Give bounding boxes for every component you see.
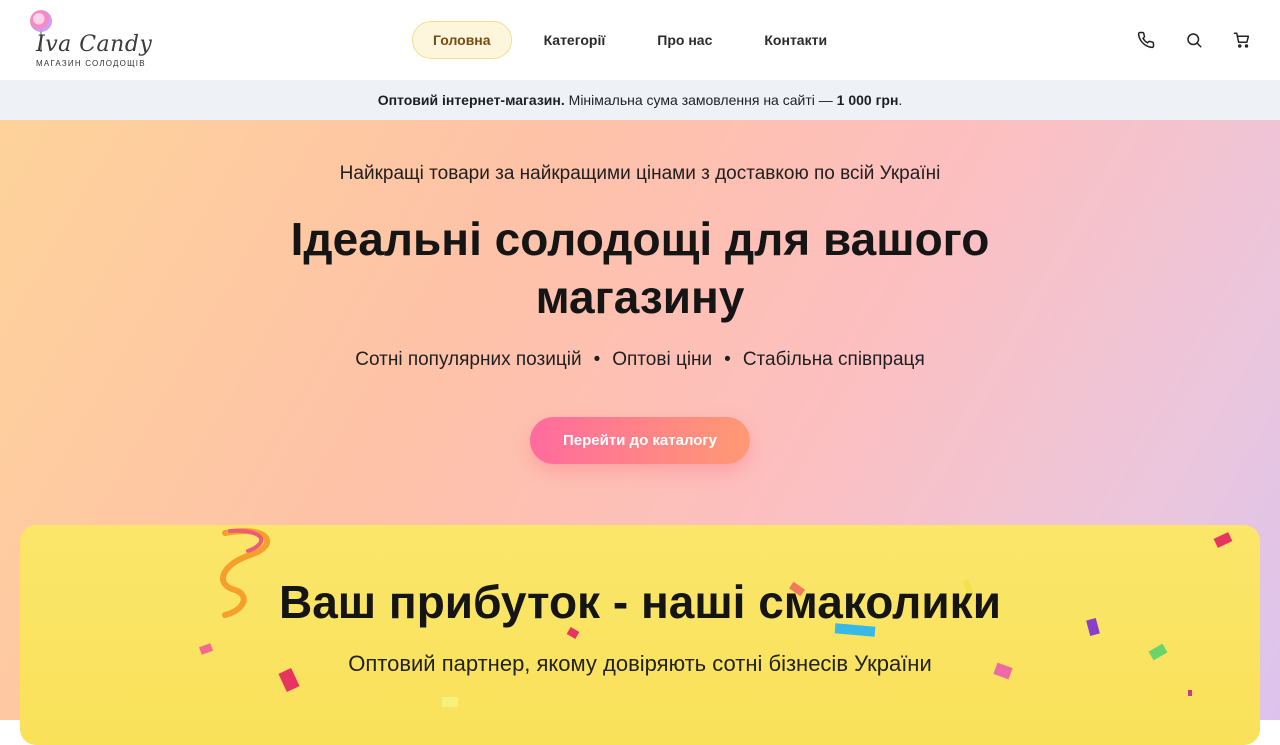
wholesale-notice: Оптовий інтернет-магазин. Мінімальна сум… (0, 80, 1280, 120)
brand-logo[interactable]: Iva Candy МАГАЗИН СОЛОДОЩІВ (28, 10, 158, 72)
site-header: Iva Candy МАГАЗИН СОЛОДОЩІВ Головна Кате… (0, 0, 1280, 80)
confetti-piece (1213, 532, 1233, 548)
notice-bold: Оптовий інтернет-магазин. (377, 92, 565, 108)
lollipop-icon (30, 10, 52, 32)
phone-icon[interactable] (1136, 28, 1156, 52)
notice-text: Мінімальна сума замовлення на сайті — (564, 92, 837, 108)
hero-point: Сотні популярних позицій (355, 349, 582, 370)
promo-card: Ваш прибуток - наші смаколики Оптовий па… (20, 525, 1260, 745)
notice-amount: 1 000 грн (836, 92, 899, 108)
notice-end: . (898, 92, 903, 108)
confetti-piece (442, 697, 458, 707)
confetti-piece (1188, 690, 1192, 696)
logo-subtitle: МАГАЗИН СОЛОДОЩІВ (36, 59, 146, 68)
nav-item-home[interactable]: Головна (412, 21, 512, 59)
nav-item-about[interactable]: Про нас (637, 21, 732, 59)
confetti-decoration (198, 528, 1233, 707)
cart-icon[interactable] (1232, 28, 1252, 52)
hero-subtitle: Найкращі товари за найкращими цінами з д… (339, 163, 941, 184)
nav-item-contacts[interactable]: Контакти (744, 21, 847, 59)
hero-point: Стабільна співпраця (742, 349, 925, 370)
search-icon[interactable] (1184, 28, 1204, 52)
nav-item-categories[interactable]: Категорії (524, 21, 626, 59)
hero-point: Оптові ціни (612, 349, 713, 370)
promo-title: Ваш прибуток - наші смаколики (279, 576, 1001, 628)
promo-subtitle: Оптовий партнер, якому довіряють сотні б… (348, 651, 932, 676)
bullet-separator: • (724, 349, 731, 370)
logo-text: Iva Candy (36, 32, 153, 57)
main-nav: Головна Категорії Про нас Контакти (412, 21, 847, 59)
header-icons (1136, 28, 1252, 52)
hero-points: Сотні популярних позицій • Оптові ціни • Ста… (0, 349, 1280, 371)
hero-title: Ідеальні солодощі для вашого магазину (290, 213, 990, 323)
bullet-separator: • (593, 349, 601, 370)
catalog-button[interactable]: Перейти до каталогу (530, 417, 750, 464)
